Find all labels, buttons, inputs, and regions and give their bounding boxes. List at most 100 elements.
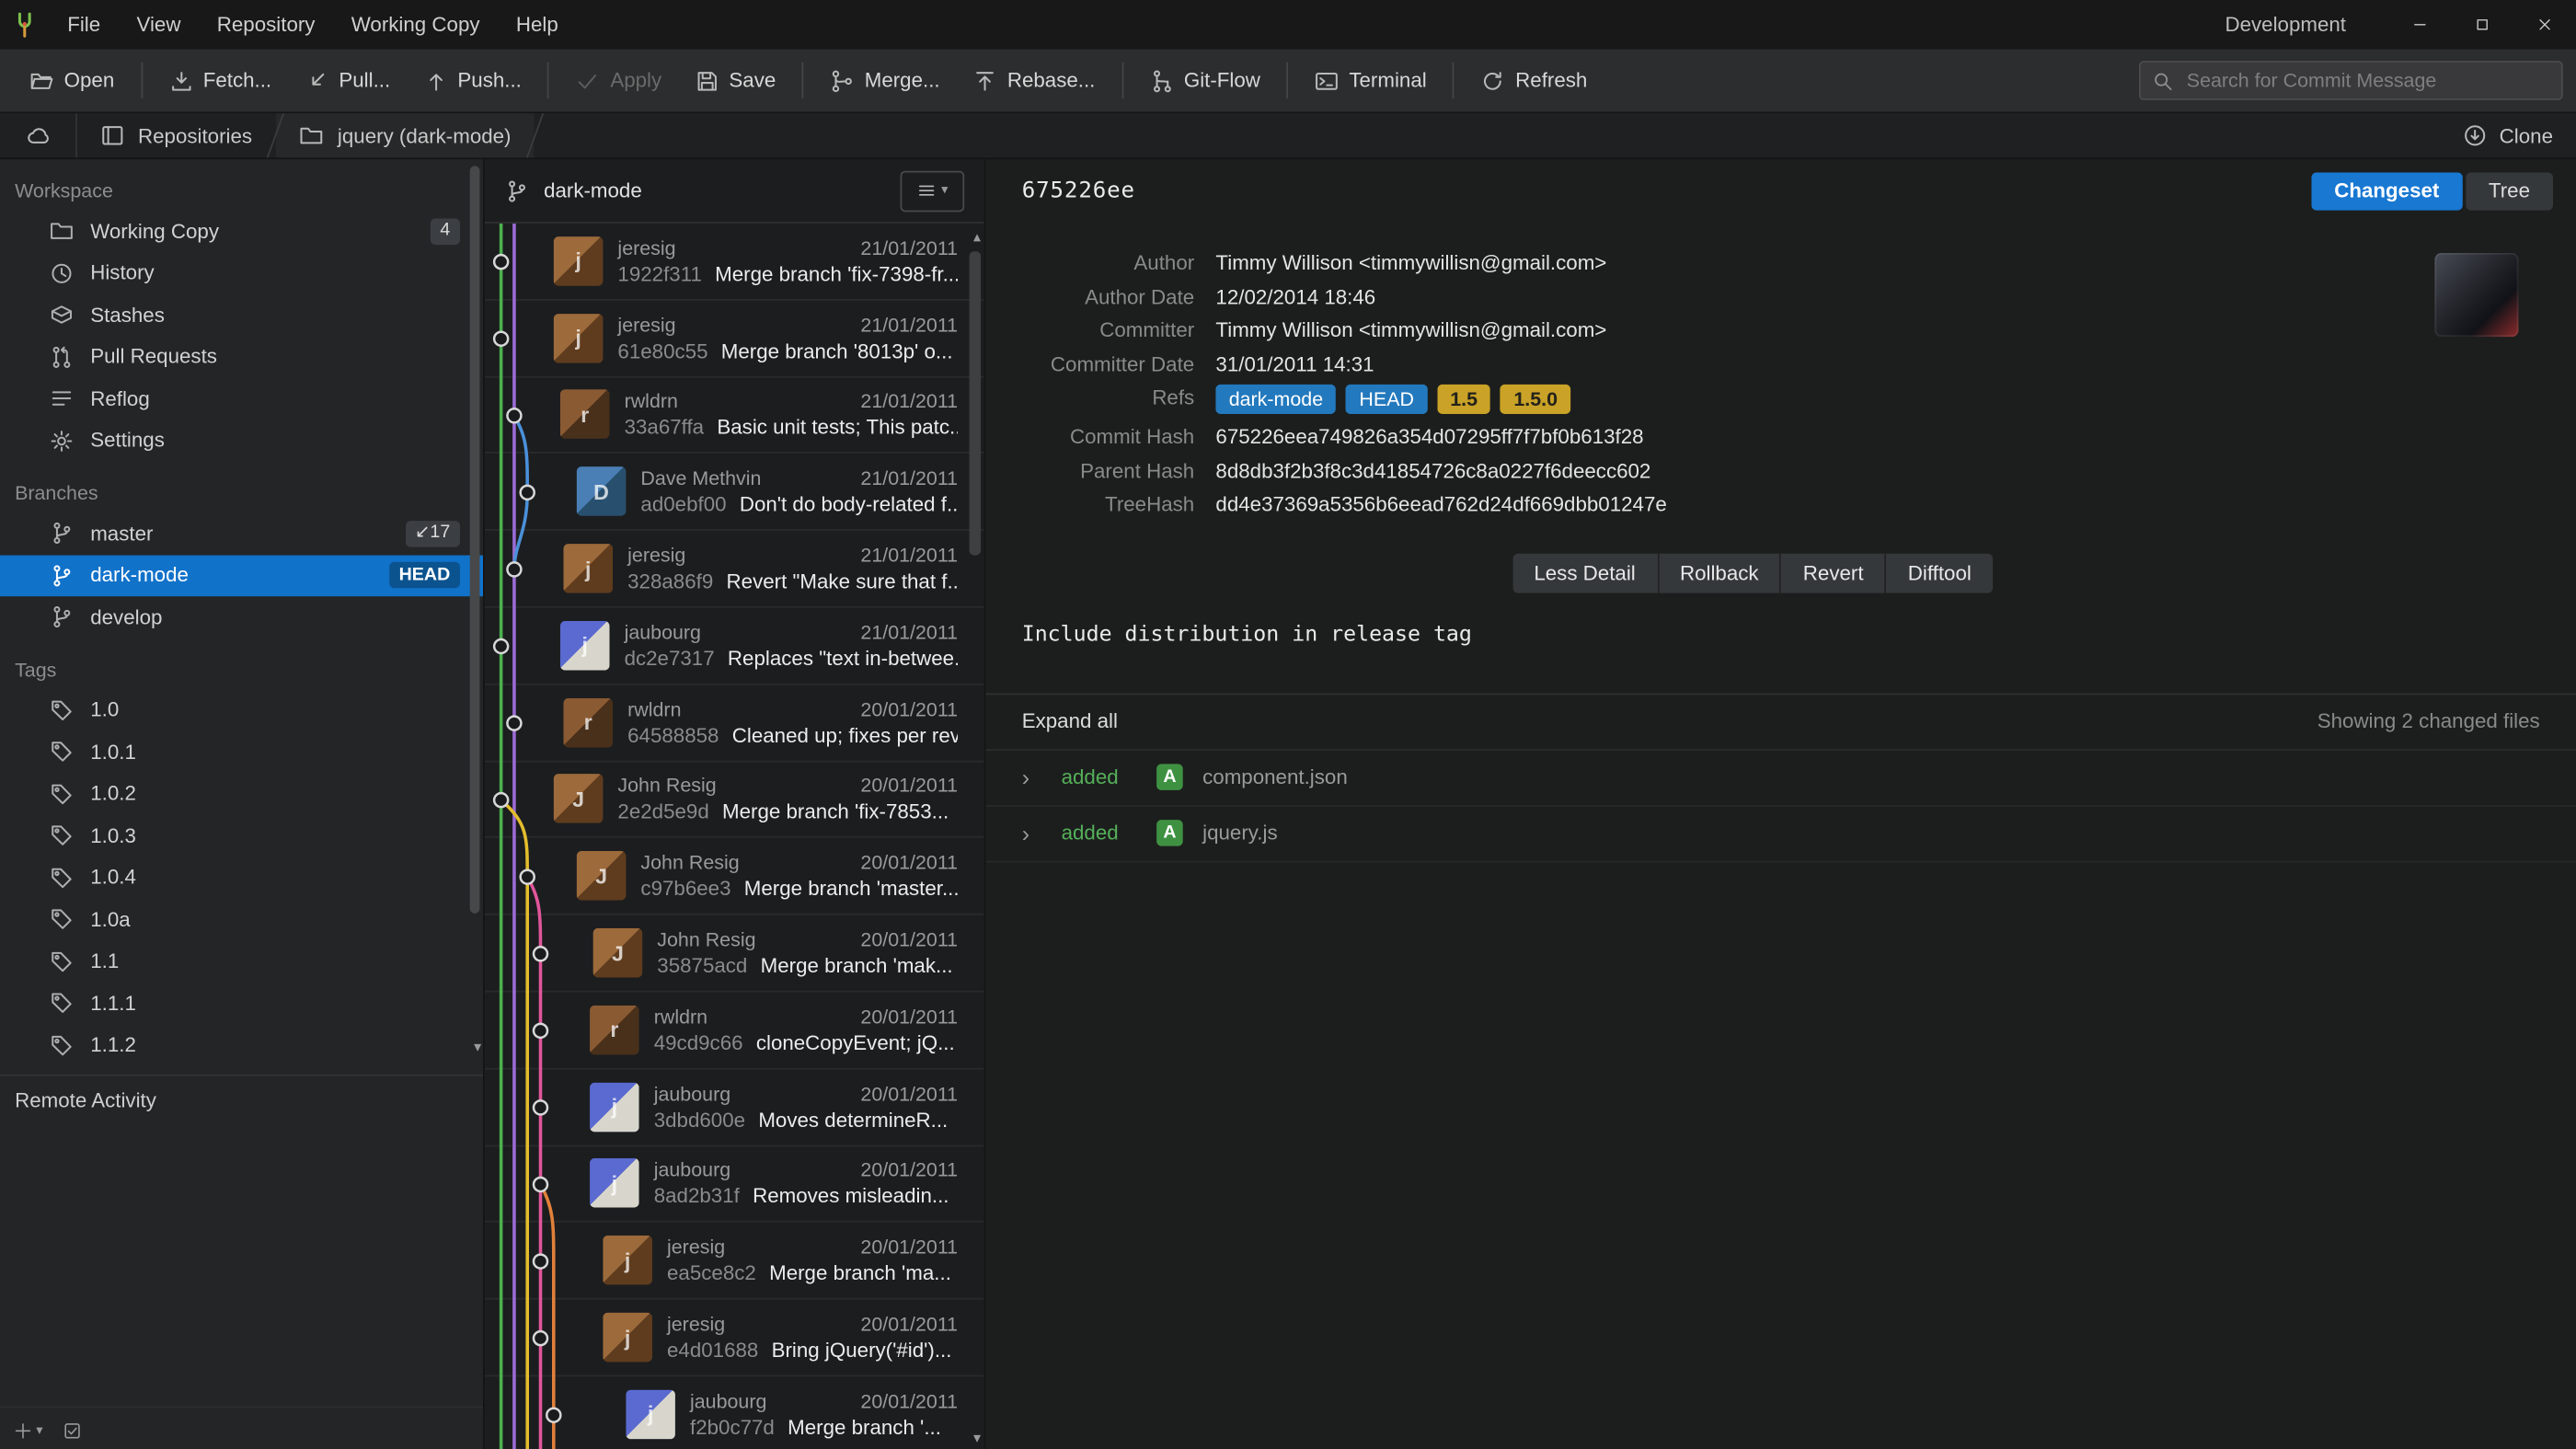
commit-row[interactable]: jjeresig20/01/2011e4d01688Bring jQuery('… <box>485 1300 984 1377</box>
commit-row[interactable]: jjaubourg20/01/2011f2b0c77dMerge branch … <box>485 1376 984 1449</box>
toolbar-merge[interactable]: Merge... <box>813 57 956 103</box>
menu-view[interactable]: View <box>119 0 199 50</box>
sidebar-item-master[interactable]: master↙17 <box>0 512 483 555</box>
breadcrumb-repositories[interactable]: Repositories <box>77 113 275 157</box>
minimize-button[interactable] <box>2388 0 2451 50</box>
changed-file-row[interactable]: ›addedAjquery.js <box>985 806 2576 862</box>
sidebar-item-pull-requests[interactable]: Pull Requests <box>0 336 483 378</box>
commit-row[interactable]: jjeresig21/01/2011328a86f9Revert "Make s… <box>485 531 984 608</box>
file-expand-chevron-icon[interactable]: › <box>1022 764 1041 790</box>
commit-row[interactable]: jjaubourg20/01/20113dbd600eMoves determi… <box>485 1069 984 1146</box>
rollback-button[interactable]: Rollback <box>1659 553 1782 592</box>
sidebar-item-dark-mode[interactable]: dark-modeHEAD <box>0 555 483 597</box>
file-expand-chevron-icon[interactable]: › <box>1022 820 1041 846</box>
commit-row[interactable]: JJohn Resig20/01/201135875acdMerge branc… <box>485 915 984 993</box>
commit-row[interactable]: jjaubourg20/01/20118ad2b31fRemoves misle… <box>485 1146 984 1224</box>
commit-row[interactable]: jjeresig20/01/2011ea5ce8c2Merge branch '… <box>485 1223 984 1300</box>
sidebar-item-1-0-3[interactable]: 1.0.3 <box>0 815 483 857</box>
sidebar-scroll-down-arrow[interactable]: ▾ <box>474 1040 481 1054</box>
commit-message-summary: Replaces "text in-betwee... <box>728 647 958 670</box>
sidebar-item-reflog[interactable]: Reflog <box>0 378 483 420</box>
commit-row[interactable]: rrwldrn20/01/201149cd9c66cloneCopyEvent;… <box>485 993 984 1070</box>
commit-list-scrollbar-thumb[interactable] <box>970 251 982 555</box>
ref-badge-1-5[interactable]: 1.5 <box>1437 385 1490 414</box>
close-icon <box>2536 17 2553 33</box>
maximize-button[interactable] <box>2451 0 2513 50</box>
commit-search-box[interactable] <box>2139 61 2563 100</box>
expand-all-button[interactable]: Expand all <box>1022 709 1118 732</box>
menu-repository[interactable]: Repository <box>199 0 333 50</box>
commit-row[interactable]: JJohn Resig20/01/20112e2d5e9dMerge branc… <box>485 762 984 839</box>
ref-badge-head[interactable]: HEAD <box>1346 385 1427 414</box>
toolbar-pull[interactable]: Pull... <box>288 57 407 103</box>
scroll-up-arrow[interactable]: ▴ <box>973 230 981 245</box>
sidebar-item-1-1-2[interactable]: 1.1.2 <box>0 1024 483 1066</box>
scroll-down-arrow[interactable]: ▾ <box>973 1431 981 1445</box>
view-toggle-changeset[interactable]: Changeset <box>2311 172 2462 210</box>
avatar: j <box>603 1313 652 1363</box>
toolbar-apply[interactable]: Apply <box>559 57 678 103</box>
tag-icon <box>50 866 75 891</box>
sidebar-scrollbar-thumb[interactable] <box>470 166 480 913</box>
sidebar-item-settings[interactable]: Settings <box>0 420 483 462</box>
tag-icon <box>50 949 75 974</box>
sidebar-item-stashes[interactable]: Stashes <box>0 294 483 337</box>
list-options-button[interactable]: ▾ <box>901 170 965 212</box>
menu-working-copy[interactable]: Working Copy <box>333 0 498 50</box>
difftool-button[interactable]: Difftool <box>1887 553 1994 592</box>
sidebar-item-working-copy[interactable]: Working Copy4 <box>0 211 483 253</box>
commit-row[interactable]: DDave Methvin21/01/2011ad0ebf00Don't do … <box>485 454 984 532</box>
commit-row[interactable]: jjeresig21/01/20111922f311Merge branch '… <box>485 224 984 301</box>
commit-row[interactable]: rrwldrn21/01/201133a67ffaBasic unit test… <box>485 377 984 454</box>
toolbar-save[interactable]: Save <box>678 57 792 103</box>
commit-row[interactable]: JJohn Resig20/01/2011c97b6ee3Merge branc… <box>485 838 984 915</box>
less-detail-button[interactable]: Less Detail <box>1512 553 1659 592</box>
sidebar-item-develop[interactable]: develop <box>0 596 483 638</box>
view-toggle-tree[interactable]: Tree <box>2466 172 2553 210</box>
ref-badge-1-5-0[interactable]: 1.5.0 <box>1501 385 1570 414</box>
sidebar-scrollbar[interactable] <box>470 166 480 1074</box>
sidebar-item-1-0[interactable]: 1.0 <box>0 689 483 731</box>
sidebar-item-1-0-4[interactable]: 1.0.4 <box>0 857 483 899</box>
commit-row[interactable]: jjaubourg21/01/2011dc2e7317Replaces "tex… <box>485 608 984 685</box>
workspace-section-label: Workspace <box>0 159 483 210</box>
sidebar-item-1-1[interactable]: 1.1 <box>0 940 483 983</box>
menu-help[interactable]: Help <box>498 0 576 50</box>
toolbar-divider <box>1121 63 1123 98</box>
sidebar-item-1-0-1[interactable]: 1.0.1 <box>0 731 483 774</box>
toolbar-button-label: Open <box>64 69 115 92</box>
close-button[interactable] <box>2513 0 2576 50</box>
checkbox-tool-button[interactable] <box>63 1420 82 1440</box>
breadcrumb-current-repo-tab[interactable]: jquery (dark-mode) <box>277 113 535 157</box>
sidebar-item-1-1-3[interactable]: 1.1.3 <box>0 1066 483 1075</box>
avatar: j <box>563 544 613 593</box>
tag-icon <box>50 697 75 722</box>
detail-field-row: Author Date12/02/2014 18:46 <box>1022 285 2540 311</box>
menu-file[interactable]: File <box>50 0 119 50</box>
branch-icon <box>50 522 75 546</box>
toolbar-rebase[interactable]: Rebase... <box>956 57 1111 103</box>
changed-file-row[interactable]: ›addedAcomponent.json <box>985 750 2576 806</box>
toolbar-fetch[interactable]: Fetch... <box>152 57 288 103</box>
toolbar-refresh[interactable]: Refresh <box>1465 57 1604 103</box>
sidebar-item-1-0a[interactable]: 1.0a <box>0 899 483 941</box>
sidebar-item-history[interactable]: History <box>0 252 483 294</box>
add-repository-button[interactable]: ▾ <box>13 1420 42 1440</box>
sidebar-item-1-0-2[interactable]: 1.0.2 <box>0 773 483 815</box>
remotes-button[interactable] <box>0 113 75 157</box>
revert-button[interactable]: Revert <box>1782 553 1887 592</box>
toolbar-push[interactable]: Push... <box>407 57 538 103</box>
commit-list-scrollbar[interactable]: ▴ ▾ <box>966 224 984 1449</box>
commit-row[interactable]: rrwldrn20/01/201164588858Cleaned up; fix… <box>485 684 984 762</box>
toolbar-terminal[interactable]: Terminal <box>1298 57 1443 103</box>
sidebar-item-label: 1.0 <box>90 698 119 721</box>
avatar: r <box>590 1006 639 1055</box>
toolbar-git-flow[interactable]: Git-Flow <box>1133 57 1276 103</box>
sidebar-item-1-1-1[interactable]: 1.1.1 <box>0 983 483 1025</box>
commit-row[interactable]: jjeresig21/01/201161e80c55Merge branch '… <box>485 300 984 377</box>
ref-badge-dark-mode[interactable]: dark-mode <box>1215 385 1336 414</box>
toolbar-open[interactable]: Open <box>13 57 131 103</box>
commit-date: 21/01/2011 <box>851 544 958 567</box>
clone-button[interactable]: Clone <box>2440 113 2576 157</box>
search-input[interactable] <box>2183 67 2549 94</box>
